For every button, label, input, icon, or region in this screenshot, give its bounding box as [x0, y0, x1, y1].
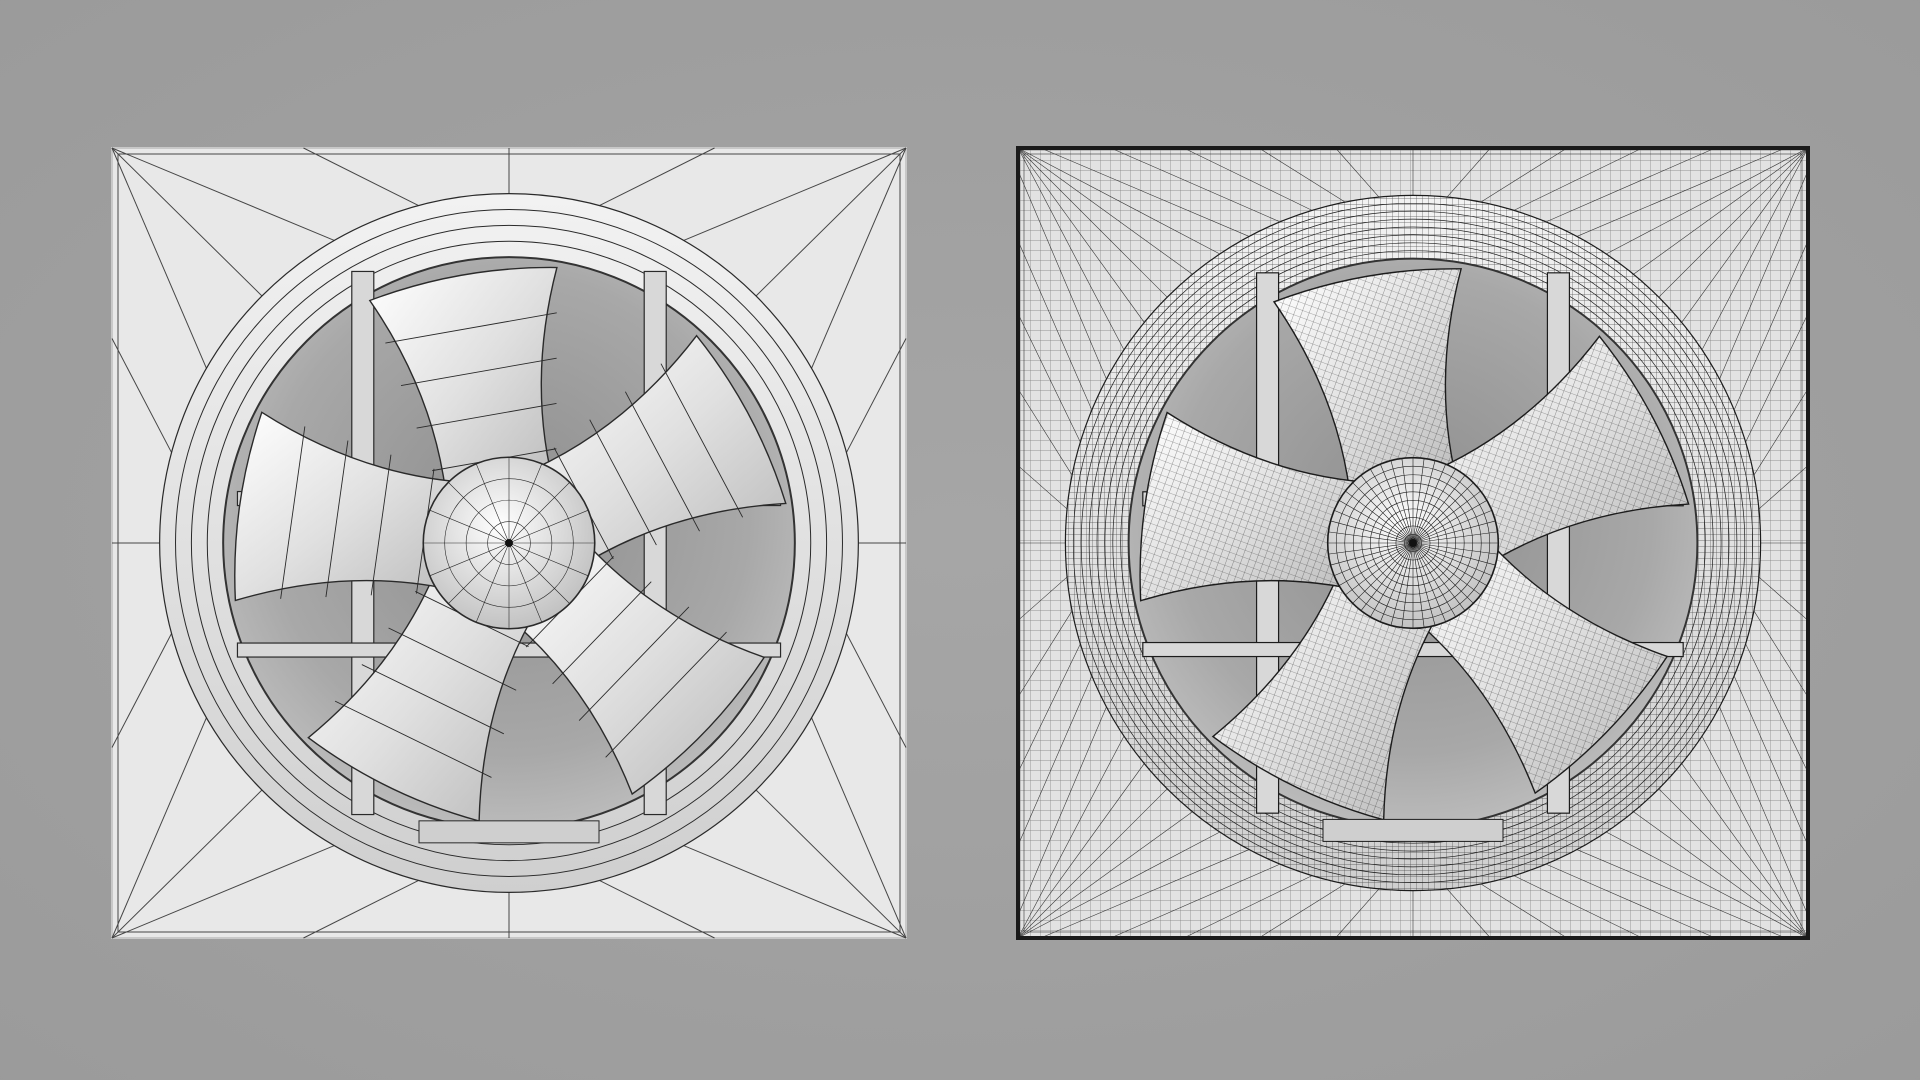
- low-poly-fan: [111, 147, 907, 939]
- bottom-notch: [1322, 818, 1504, 842]
- hub-center: [505, 539, 513, 547]
- hub-center: [1409, 539, 1417, 547]
- render-scene: [0, 0, 1920, 1080]
- bottom-notch: [418, 820, 600, 844]
- high-poly-fan: [1016, 146, 1810, 940]
